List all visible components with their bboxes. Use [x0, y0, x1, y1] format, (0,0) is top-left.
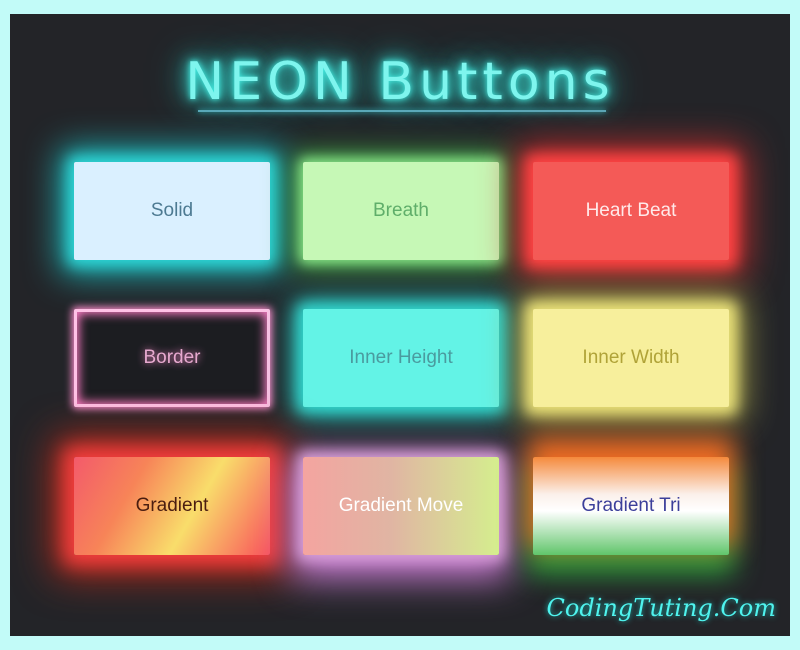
inner-height-button[interactable]: Inner Height: [303, 309, 499, 407]
gradient-move-button-label: Gradient Move: [338, 495, 464, 516]
breath-button[interactable]: Breath: [303, 162, 499, 260]
heart-beat-button-label: Heart Beat: [585, 200, 677, 221]
gradient-move-button[interactable]: Gradient Move: [303, 457, 499, 555]
page-title: NEON Buttons: [185, 52, 615, 112]
inner-width-button[interactable]: Inner Width: [533, 309, 729, 407]
border-button-label: Border: [143, 347, 201, 368]
gradient-button[interactable]: Gradient: [74, 457, 270, 555]
neon-buttons-canvas: NEON Buttons Solid Breath Heart Beat Bor…: [10, 14, 790, 636]
gradient-tri-button[interactable]: Gradient Tri: [533, 457, 729, 555]
solid-button-label: Solid: [150, 200, 194, 221]
breath-button-label: Breath: [373, 200, 429, 221]
border-button[interactable]: Border: [74, 309, 270, 407]
inner-height-button-label: Inner Height: [349, 347, 453, 368]
inner-width-button-label: Inner Width: [582, 347, 680, 368]
heart-beat-button[interactable]: Heart Beat: [533, 162, 729, 260]
solid-button[interactable]: Solid: [74, 162, 270, 260]
gradient-button-label: Gradient: [135, 495, 209, 516]
gradient-tri-button-label: Gradient Tri: [581, 495, 681, 516]
title-underline: [198, 110, 606, 112]
watermark: CodingTuting.Com: [546, 594, 776, 622]
